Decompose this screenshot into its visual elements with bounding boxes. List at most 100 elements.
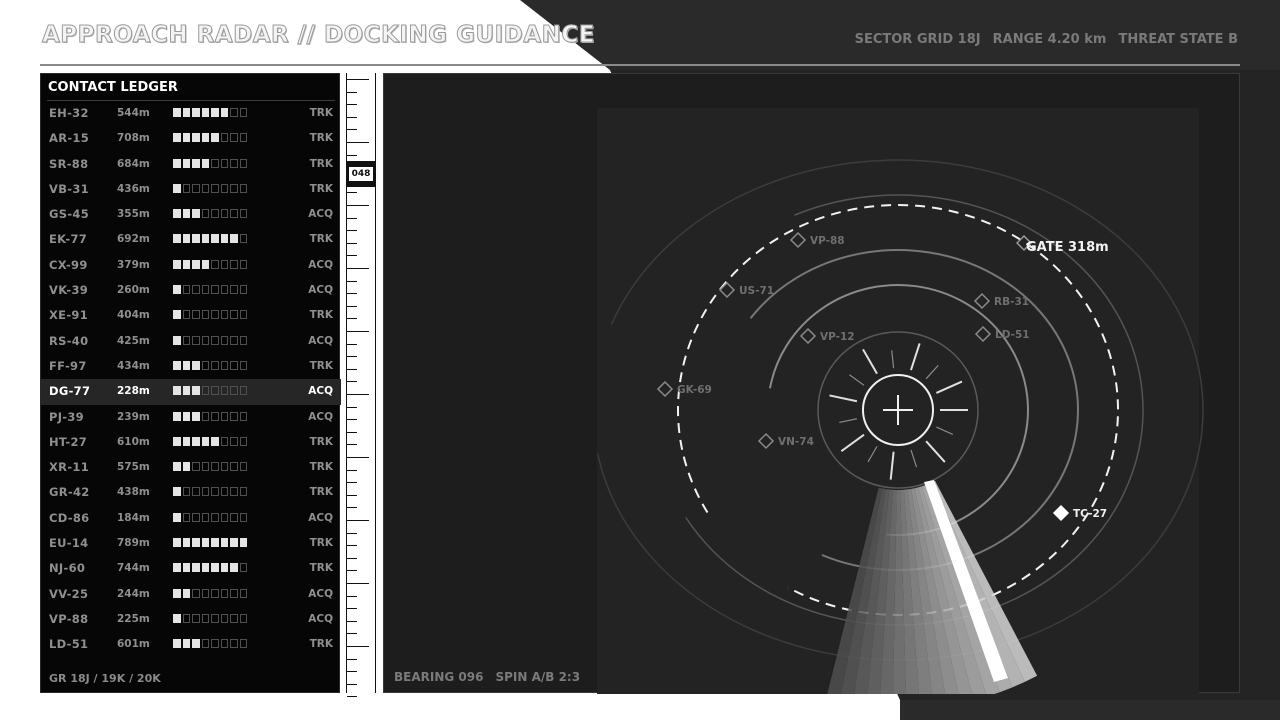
contact-status: ACQ <box>308 511 333 524</box>
contact-row[interactable]: CD-86 184m ACQ <box>41 506 341 531</box>
signal-cell <box>201 588 209 598</box>
contact-row[interactable]: VP-88 225m ACQ <box>41 607 341 632</box>
signal-bar <box>173 360 247 370</box>
bearing-tag[interactable]: 048 <box>346 161 376 187</box>
blip-label: VP-12 <box>820 331 855 343</box>
contact-row[interactable]: AR-15 708m TRK <box>41 126 341 151</box>
contact-id: AR-15 <box>49 131 90 146</box>
contact-blip-icon[interactable] <box>718 281 736 299</box>
signal-cell <box>192 310 200 320</box>
contact-row[interactable]: RS-40 425m ACQ <box>41 329 341 354</box>
contact-id: DG-77 <box>49 384 91 399</box>
contact-id: VV-25 <box>49 586 89 601</box>
signal-cell <box>182 436 190 446</box>
contact-blip-icon[interactable] <box>757 432 775 450</box>
scale-tick <box>347 545 357 547</box>
contact-row[interactable]: VB-31 436m TRK <box>41 177 341 202</box>
contact-row[interactable]: FF-97 434m TRK <box>41 354 341 379</box>
signal-cell <box>192 133 200 143</box>
contact-row[interactable]: GS-45 355m ACQ <box>41 202 341 227</box>
spoke-line <box>910 343 921 371</box>
scale-tick <box>347 154 357 156</box>
contact-blip-icon[interactable] <box>973 292 991 310</box>
sector-readout: SECTOR GRID 18J <box>854 32 981 47</box>
contact-status: TRK <box>309 309 333 322</box>
scale-tick <box>347 557 357 559</box>
signal-cell <box>192 512 200 522</box>
scale-tick <box>347 268 369 269</box>
signal-cell <box>211 133 219 143</box>
contact-blip-icon[interactable] <box>789 231 807 249</box>
scale-tick <box>347 570 357 572</box>
signal-cell <box>211 108 219 117</box>
signal-cell <box>220 411 228 421</box>
contact-range: 684m <box>117 157 150 170</box>
spoke-line <box>936 426 954 435</box>
contact-row[interactable]: HT-27 610m TRK <box>41 430 341 455</box>
signal-cell <box>211 639 219 649</box>
radar-scope[interactable]: VP-88 US-71 RB-31 LD-51 VP-12 GK-69 VN-74 TC-27… <box>384 74 1241 694</box>
signal-cell <box>230 209 238 219</box>
contact-id: EH-32 <box>49 106 89 120</box>
contact-row[interactable]: PJ-39 239m ACQ <box>41 405 341 430</box>
contact-blip-icon[interactable] <box>1052 504 1070 522</box>
contact-row[interactable]: XE-91 404m TRK <box>41 303 341 328</box>
signal-cell <box>201 512 209 522</box>
signal-cell <box>173 411 181 421</box>
contact-row[interactable]: CX-99 379m ACQ <box>41 253 341 278</box>
contact-range: 425m <box>117 334 150 347</box>
signal-cell <box>220 234 228 244</box>
contact-status: TRK <box>309 157 333 170</box>
contact-row[interactable]: VK-39 260m ACQ <box>41 278 341 303</box>
scale-tick <box>347 419 357 421</box>
signal-bar <box>173 512 247 522</box>
signal-cell <box>192 588 200 598</box>
signal-cell <box>173 386 181 396</box>
signal-cell <box>201 234 209 244</box>
signal-cell <box>230 538 238 548</box>
contact-row[interactable]: SR-88 684m TRK <box>41 152 341 177</box>
contact-row[interactable]: XR-11 575m TRK <box>41 455 341 480</box>
contact-range: 228m <box>117 385 150 398</box>
contact-blip-icon[interactable] <box>974 325 992 343</box>
signal-cell <box>239 386 247 396</box>
signal-cell <box>239 234 247 244</box>
scale-tick <box>347 217 357 219</box>
signal-cell <box>220 360 228 370</box>
signal-cell <box>182 538 190 548</box>
radar-panel[interactable]: VP-88 US-71 RB-31 LD-51 VP-12 GK-69 VN-74 TC-27… <box>383 73 1241 694</box>
signal-bar <box>173 411 247 421</box>
contact-row[interactable]: DG-77 228m ACQ <box>41 379 341 405</box>
signal-bar <box>173 386 247 396</box>
scale-tick <box>347 293 357 295</box>
contact-id: VB-31 <box>49 181 89 196</box>
scale-tick <box>347 91 357 93</box>
contact-id: VP-88 <box>49 611 89 626</box>
spoke-line <box>910 449 918 468</box>
contact-blip-icon[interactable] <box>656 380 674 398</box>
signal-bar <box>173 639 247 649</box>
signal-cell <box>182 512 190 522</box>
contact-status: ACQ <box>308 284 333 297</box>
contact-row[interactable]: VV-25 244m ACQ <box>41 582 341 607</box>
contact-row[interactable]: LD-51 601m TRK <box>41 632 341 657</box>
signal-cell <box>173 436 181 446</box>
signal-bar <box>173 310 247 320</box>
signal-cell <box>239 285 247 295</box>
contact-blip-icon[interactable] <box>799 327 817 345</box>
spin-readout: SPIN A/B 2:3 <box>495 670 581 684</box>
contact-row[interactable]: GR-42 438m TRK <box>41 480 341 505</box>
contact-row[interactable]: NJ-60 744m TRK <box>41 556 341 581</box>
scale-tick <box>347 532 357 534</box>
gate-label: GATE 318m <box>1026 240 1109 255</box>
contact-row[interactable]: EU-14 789m TRK <box>41 531 341 556</box>
contact-row[interactable]: EK-77 692m TRK <box>41 227 341 252</box>
signal-cell <box>211 462 219 472</box>
signal-cell <box>182 209 190 219</box>
contact-row[interactable]: EH-32 544m TRK <box>41 101 341 126</box>
signal-cell <box>192 411 200 421</box>
signal-cell <box>239 411 247 421</box>
signal-cell <box>192 462 200 472</box>
signal-cell <box>220 462 228 472</box>
bearing-readout: BEARING 096 <box>394 670 484 684</box>
